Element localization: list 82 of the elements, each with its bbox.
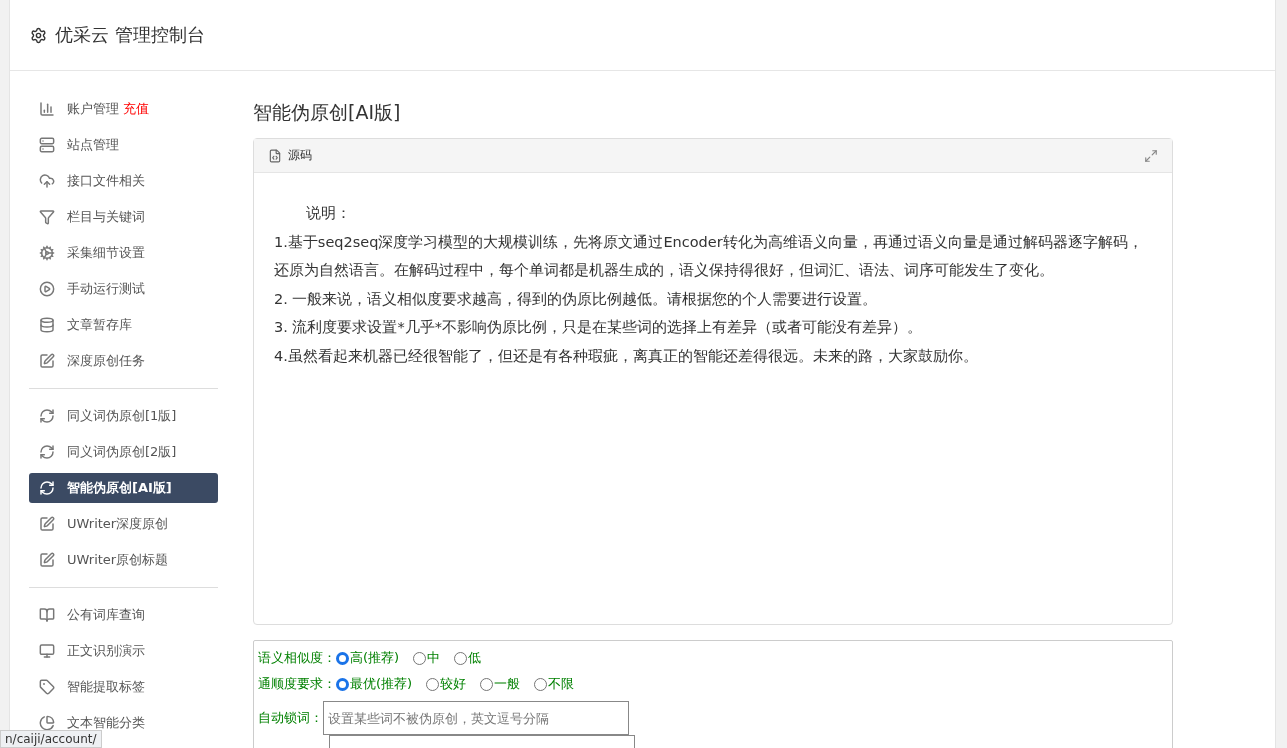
sidebar-label: 正文识别演示 [67, 642, 145, 660]
status-url: n/caiji/account/ [0, 730, 102, 748]
sidebar-item[interactable]: 账户管理 充值 [29, 94, 218, 124]
sidebar-label: 公有词库查询 [67, 606, 145, 624]
edit-icon [39, 353, 55, 369]
recharge-link[interactable]: 充值 [123, 100, 149, 118]
sidebar-item[interactable]: 智能伪原创[AI版] [29, 473, 218, 503]
book-icon [39, 607, 55, 623]
radio-label[interactable]: 最优(推荐) [350, 675, 413, 693]
sidebar-label: 站点管理 [67, 136, 119, 154]
sidebar-label: 账户管理 [67, 100, 119, 118]
sidebar-item[interactable]: 智能提取标签 [29, 672, 218, 702]
description-heading: 说明： [305, 204, 352, 223]
sidebar-item[interactable]: 接口文件相关 [29, 166, 218, 196]
sidebar-item[interactable]: 站点管理 [29, 130, 218, 160]
edit-icon [39, 516, 55, 532]
sidebar-label: 栏目与关键词 [67, 208, 145, 226]
fullscreen-icon[interactable] [1144, 148, 1158, 163]
bar-chart-icon [39, 101, 55, 117]
sidebar-label: 智能提取标签 [67, 678, 145, 696]
sidebar-item[interactable]: 正文识别演示 [29, 636, 218, 666]
radio-button[interactable] [336, 651, 349, 665]
source-button[interactable]: 源码 [288, 147, 312, 164]
gear-icon [39, 245, 55, 261]
sidebar-label: 深度原创任务 [67, 352, 145, 370]
sidebar-item[interactable]: 同义词伪原创[2版] [29, 437, 218, 467]
sidebar-label: 智能伪原创[AI版] [67, 479, 172, 497]
sidebar-label: UWriter深度原创 [67, 515, 169, 533]
description-paragraph: 4.虽然看起来机器已经很智能了，但还是有各种瑕疵，离真正的智能还差得很远。未来的路，大家鼓励你。 [274, 346, 979, 366]
option-label: 语义相似度： [258, 649, 336, 667]
sidebar-item[interactable]: 文章暂存库 [29, 310, 218, 340]
radio-label[interactable]: 较好 [440, 675, 467, 693]
sidebar-item[interactable]: 手动运行测试 [29, 274, 218, 304]
radio-button[interactable] [336, 677, 349, 691]
radio-button[interactable] [426, 677, 440, 691]
sidebar-label: 文章暂存库 [67, 316, 132, 334]
radio-button[interactable] [480, 677, 494, 691]
page-title: 智能伪原创[AI版] [253, 100, 402, 125]
server-icon [39, 137, 55, 153]
description-paragraph: 2. 一般来说，语义相似度要求越高，得到的伪原比例越低。请根据您的个人需要进行设置。 [274, 289, 879, 309]
sidebar-item[interactable]: UWriter原创标题 [29, 545, 218, 575]
sidebar-label: 采集细节设置 [67, 244, 145, 262]
sidebar-label: 手动运行测试 [67, 280, 145, 298]
sidebar-label: 接口文件相关 [67, 172, 145, 190]
sidebar-item[interactable]: 同义词伪原创[1版] [29, 401, 218, 431]
lock-words-field[interactable]: 设置某些词不被伪原创，英文逗号分隔 [323, 701, 629, 735]
radio-button[interactable] [413, 651, 427, 665]
sidebar-label: 文本智能分类 [67, 714, 145, 732]
sidebar-label: UWriter原创标题 [67, 551, 169, 569]
description-paragraph: 3. 流利度要求设置*几乎*不影响伪原比例，只是在某些词的选择上有差异（或者可能没有差异）。 [274, 318, 923, 337]
radio-label[interactable]: 中 [427, 649, 441, 667]
tag-icon [39, 679, 55, 695]
radio-label[interactable]: 不限 [548, 675, 575, 693]
lock-words-label: 自动锁词： [258, 709, 323, 727]
radio-label[interactable]: 低 [468, 649, 482, 667]
pie-chart-icon [39, 715, 55, 731]
radio-button[interactable] [534, 677, 548, 691]
cloud-upload-icon [39, 173, 55, 189]
radio-label[interactable]: 一般 [494, 675, 521, 693]
play-icon [39, 281, 55, 297]
monitor-icon [39, 643, 55, 659]
sidebar-item[interactable]: 公有词库查询 [29, 600, 218, 630]
input-field[interactable] [329, 735, 635, 748]
edit-icon [39, 552, 55, 568]
sidebar-label: 同义词伪原创[1版] [67, 407, 177, 425]
sidebar-label: 同义词伪原创[2版] [67, 443, 177, 461]
filter-icon [39, 209, 55, 225]
radio-button[interactable] [454, 651, 468, 665]
radio-label[interactable]: 高(推荐) [350, 649, 400, 667]
sidebar-item[interactable]: UWriter深度原创 [29, 509, 218, 539]
sidebar-item[interactable]: 深度原创任务 [29, 346, 218, 376]
option-label: 通顺度要求： [258, 675, 336, 693]
refresh-icon [39, 480, 55, 496]
refresh-icon [39, 444, 55, 460]
console-title: 优采云 管理控制台 [55, 23, 205, 47]
description-paragraph: 1.基于seq2seq深度学习模型的大规模训练，先将原文通过Encoder转化为高维语义向量，再通过语义向量是通过解码器逐字解码，还原为自然语言。在解码过程中，每个单词都是机器生成的，语义保持得很好，但词汇、语法、词序可能发生了变化。 [274, 232, 1144, 280]
source-code-icon[interactable] [268, 148, 282, 163]
sidebar-item[interactable]: 采集细节设置 [29, 238, 218, 268]
sidebar-item[interactable]: 栏目与关键词 [29, 202, 218, 232]
settings-icon [30, 26, 47, 44]
refresh-icon [39, 408, 55, 424]
database-icon [39, 317, 55, 333]
